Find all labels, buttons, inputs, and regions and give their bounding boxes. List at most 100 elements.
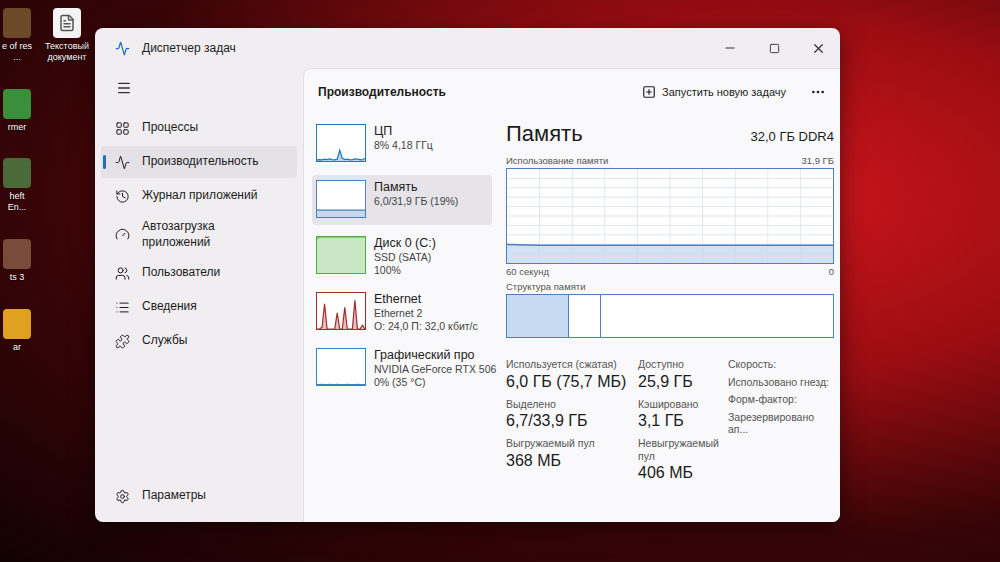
maximize-button[interactable] [752, 28, 796, 68]
sidebar-item[interactable]: Процессы [101, 112, 297, 144]
thumbnail-fill [317, 210, 365, 217]
device-name: Графический про [374, 348, 488, 362]
stat-label: Доступно [638, 358, 722, 371]
device-thumbnail-chart [316, 124, 366, 162]
chart-header: Использование памяти31,9 ГБ [506, 153, 834, 168]
sidebar-item-label: Журнал приложений [142, 188, 257, 204]
sidebar-item-label: Параметры [142, 488, 206, 504]
device-detail: 6,0/31,9 ГБ (19%) [374, 195, 458, 207]
settings-item[interactable]: Параметры [101, 480, 297, 512]
stat: Выгружаемый пул368 МБ [506, 437, 632, 482]
new-task-label: Запустить новую задачу [662, 86, 786, 98]
chart-axis: 60 секунд0 [506, 264, 834, 279]
desktop-icon[interactable]: heft En... [0, 158, 34, 213]
device-text: ЦП8% 4,18 ГГц [374, 124, 433, 151]
details-icon [115, 300, 130, 315]
detail-header: Память 32,0 ГБ DDR4 [506, 121, 834, 147]
close-icon [811, 41, 826, 56]
app-icon [3, 89, 31, 119]
menu-button[interactable] [105, 72, 143, 104]
memory-usage-chart [506, 168, 834, 264]
sidebar-item[interactable]: Пользователи [101, 257, 297, 289]
usage-area [507, 244, 833, 263]
task-manager-icon [115, 41, 130, 56]
desktop-icon[interactable]: ts 3 [0, 239, 34, 283]
more-button[interactable] [806, 80, 830, 104]
device-item[interactable]: Память6,0/31,9 ГБ (19%) [312, 175, 492, 225]
sidebar-item[interactable]: Сведения [101, 291, 297, 323]
memory-detail: Память 32,0 ГБ DDR4 Использование памяти31… [506, 119, 834, 522]
device-text: Графический проNVIDIA GeForce RTX 5060% … [374, 348, 488, 388]
desktop-icon-label: Текстовый документ [39, 41, 95, 63]
sidebar-item-label: Производительность [142, 154, 258, 170]
new-task-button[interactable]: Запустить новую задачу [638, 81, 790, 103]
axis-time-label: 60 секунд [506, 266, 549, 277]
thumbnail-line [317, 300, 365, 329]
sidebar-item-label: Процессы [142, 120, 198, 136]
memory-stats: Используется (сжатая)6,0 ГБ (75,7 МБ) Дос… [506, 358, 834, 482]
stat-label: Выделено [506, 398, 632, 411]
device-item[interactable]: EthernetEthernet 2О: 24,0 П: 32,0 кбит/с [312, 287, 492, 337]
composition-segment[interactable] [569, 295, 601, 337]
desktop-icon[interactable]: e of res ... [0, 8, 34, 63]
device-thumbnail-chart [316, 292, 366, 330]
memory-total: 32,0 ГБ DDR4 [751, 129, 835, 144]
thumbnail-line [317, 209, 365, 211]
sidebar-item[interactable]: Производительность [101, 146, 297, 178]
sidebar-item-label: Автозагрузка приложений [142, 219, 274, 250]
composition-segment[interactable] [507, 295, 569, 337]
minimize-button[interactable] [708, 28, 752, 68]
device-name: ЦП [374, 124, 433, 138]
sidebar-item[interactable]: Автозагрузка приложений [101, 214, 297, 255]
device-item[interactable]: Диск 0 (C:)SSD (SATA)100% [312, 231, 492, 281]
device-thumbnail-chart [316, 348, 366, 386]
device-text: EthernetEthernet 2О: 24,0 П: 32,0 кбит/с [374, 292, 478, 332]
performance-icon [115, 155, 130, 170]
detail-title: Память [506, 121, 583, 147]
performance-content: ЦП8% 4,18 ГГцПамять6,0/31,9 ГБ (19%)Диск… [304, 113, 840, 522]
desktop-icon[interactable]: ar [0, 309, 34, 353]
history-icon [115, 189, 130, 204]
sidebar-item-label: Сведения [142, 299, 197, 315]
stat-label: Кэшировано [638, 398, 722, 411]
sidebar: Процессы Производительность Журнал приложе… [95, 68, 303, 522]
device-detail: 8% 4,18 ГГц [374, 139, 433, 151]
composition-label: Структура памяти [506, 281, 585, 292]
startup-icon [115, 227, 130, 242]
main-panel: ПроизводительностьЗапустить новую задачу… [303, 68, 840, 522]
device-item[interactable]: ЦП8% 4,18 ГГц [312, 119, 492, 169]
composition-segment[interactable] [601, 295, 833, 337]
stat-value: 6,0 ГБ (75,7 МБ) [506, 373, 632, 391]
thumbnail-fill [317, 300, 365, 329]
desktop-icon[interactable]: Текстовый документ [39, 8, 95, 63]
sidebar-item-label: Пользователи [142, 265, 220, 281]
close-button[interactable] [796, 28, 840, 68]
stat: Используется (сжатая)6,0 ГБ (75,7 МБ) [506, 358, 632, 391]
desktop-icon-column: Текстовый документ [39, 8, 95, 353]
sidebar-item-label: Службы [142, 333, 187, 349]
memory-info: Скорость:Использовано гнезд:Форм-фактор:… [728, 358, 834, 482]
stat: Выделено6,7/33,9 ГБ [506, 398, 632, 431]
app-icon [3, 158, 31, 188]
device-detail: О: 24,0 П: 32,0 кбит/с [374, 320, 478, 332]
app-icon [3, 309, 31, 339]
desktop-icon[interactable]: rmer [0, 89, 34, 133]
sidebar-item[interactable]: Службы [101, 325, 297, 357]
device-thumbnail-chart [316, 236, 366, 274]
stat: Кэшировано3,1 ГБ [638, 398, 722, 431]
usage-line [507, 244, 833, 246]
services-icon [115, 334, 130, 349]
stat-value: 25,9 ГБ [638, 373, 722, 391]
sidebar-item[interactable]: Журнал приложений [101, 180, 297, 212]
task-manager-window: Диспетчер задачПроцессыПроизводительност… [95, 28, 840, 522]
chart-max: 31,9 ГБ [801, 155, 834, 166]
device-item[interactable]: Графический проNVIDIA GeForce RTX 5060% … [312, 343, 492, 393]
app-icon [3, 239, 31, 269]
info-label: Зарезервировано ап... [728, 411, 834, 436]
thumbnail-fill [317, 150, 365, 161]
composition-header: Структура памяти [506, 279, 834, 294]
gear-icon [115, 489, 130, 504]
stat-value: 3,1 ГБ [638, 412, 722, 430]
device-text: Диск 0 (C:)SSD (SATA)100% [374, 236, 436, 276]
hamburger-icon [116, 80, 132, 96]
